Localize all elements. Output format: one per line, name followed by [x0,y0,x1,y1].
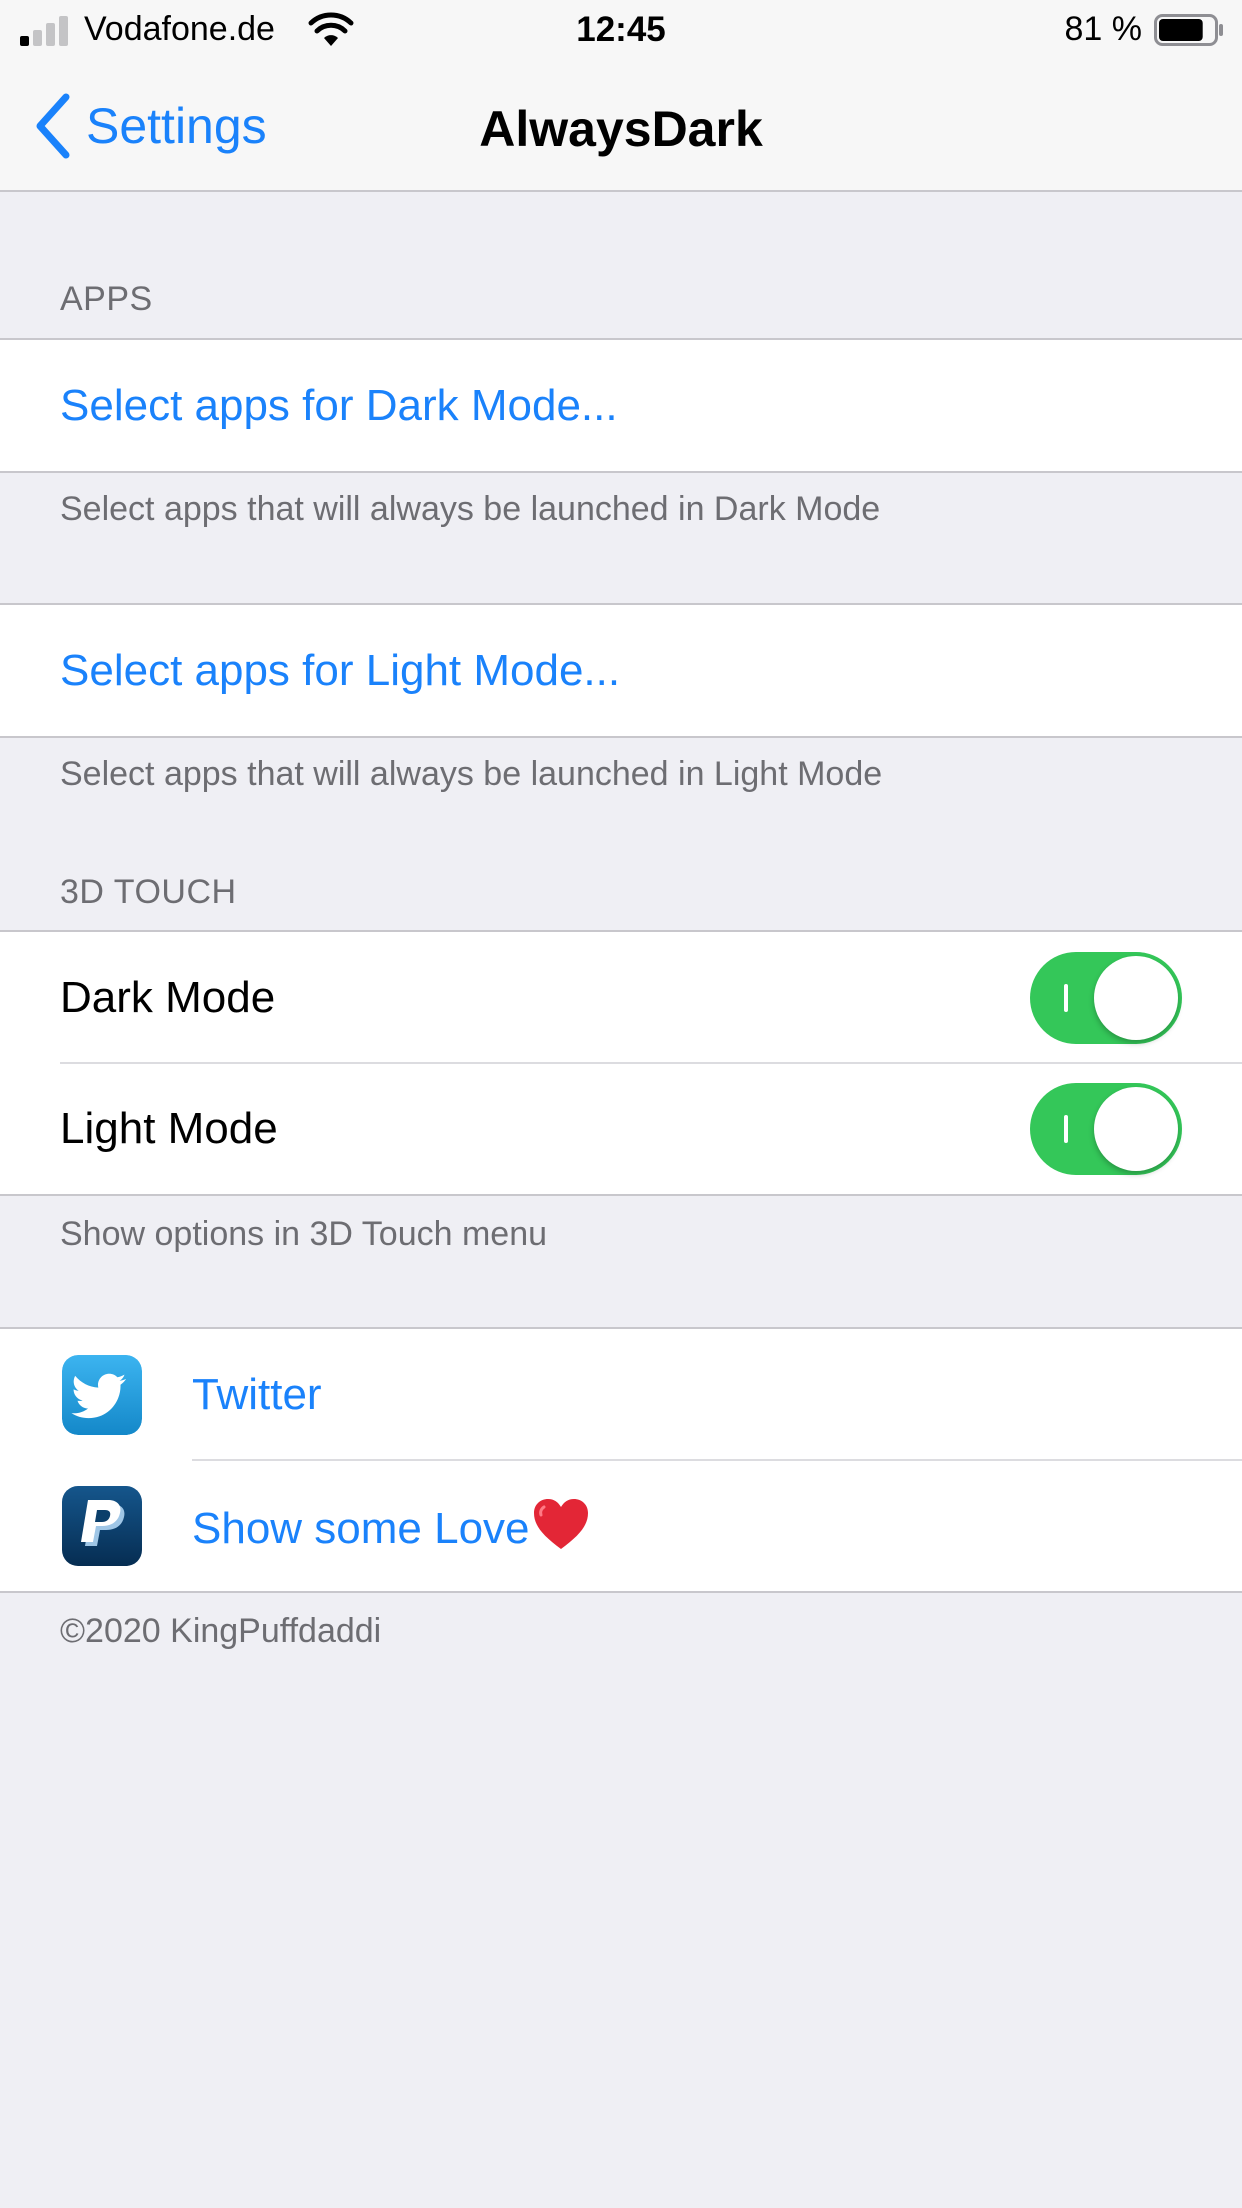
copyright-text: ©2020 KingPuffdaddi [60,1612,382,1650]
dark-apps-group: Select apps for Dark Mode... [0,338,1242,473]
light-apps-note: Select apps that will always be launched… [60,755,883,793]
dark-mode-label: Dark Mode [60,972,276,1022]
battery-percentage: 81 % [1064,10,1143,48]
red-heart-icon [533,1499,588,1549]
touch-options-group: Dark Mode Light Mode [0,930,1242,1196]
dark-apps-note: Select apps that will always be launched… [60,490,881,528]
dark-mode-toggle[interactable] [1030,952,1182,1044]
light-mode-row: Light Mode [0,1062,1242,1194]
select-dark-apps-label: Select apps for Dark Mode... [60,380,618,430]
select-dark-apps-button[interactable]: Select apps for Dark Mode... [0,340,1242,471]
switch-knob [1094,1087,1178,1171]
select-light-apps-label: Select apps for Light Mode... [60,645,621,695]
status-time: 12:45 [576,10,666,49]
paypal-icon [62,1486,142,1566]
status-bar: Vodafone.de 12:45 81 % [0,0,1242,62]
light-mode-toggle[interactable] [1030,1083,1182,1175]
show-some-love-label: Show some Love [192,1497,590,1554]
navigation-bar: Settings AlwaysDark [0,62,1242,192]
light-apps-group: Select apps for Light Mode... [0,603,1242,738]
page-title: AlwaysDark [479,101,763,157]
settings-page: Vodafone.de 12:45 81 % Settings AlwaysDa… [0,0,1242,2208]
section-header-3d-touch: 3D TOUCH [60,873,237,911]
dark-mode-row: Dark Mode [0,932,1242,1063]
show-some-love-link[interactable]: Show some Love [0,1459,1242,1591]
switch-knob [1094,956,1178,1040]
twitter-bird-icon [62,1355,142,1435]
switch-on-mark [1064,1115,1068,1143]
twitter-link[interactable]: Twitter [0,1329,1242,1460]
twitter-link-label: Twitter [192,1369,322,1419]
light-mode-label: Light Mode [60,1103,278,1153]
switch-on-mark [1064,984,1068,1012]
section-header-apps: APPS [60,280,153,318]
touch-options-note: Show options in 3D Touch menu [60,1215,548,1253]
select-light-apps-button[interactable]: Select apps for Light Mode... [0,605,1242,736]
links-group: Twitter Show some Love [0,1327,1242,1593]
battery-icon [1154,14,1223,46]
